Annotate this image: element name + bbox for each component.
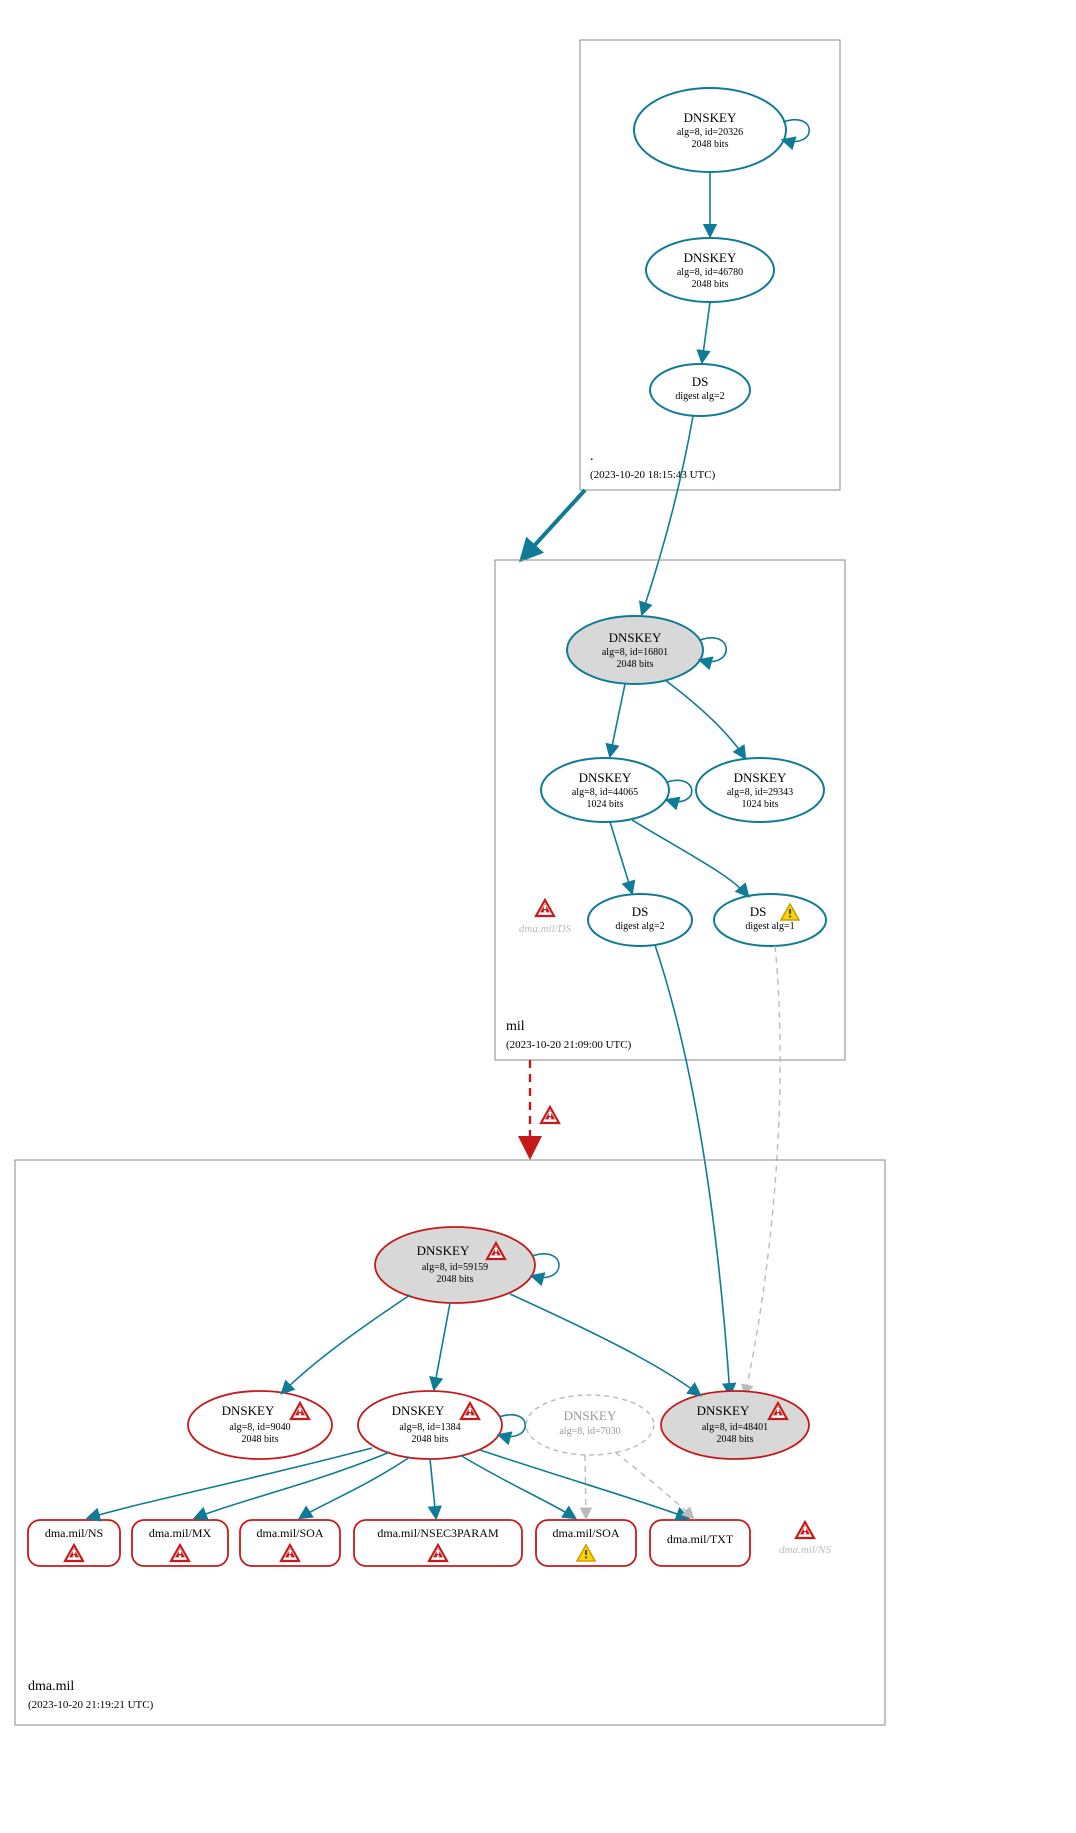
edge	[434, 1303, 450, 1389]
edge-ds1-dma48401	[655, 945, 730, 1395]
edge-ds2-dma48401	[745, 946, 780, 1395]
node-mil-zsk1[interactable]: DNSKEY alg=8, id=44065 1024 bits	[541, 758, 669, 822]
zone-root: . (2023-10-20 18:15:43 UTC) DNSKEY alg=8…	[580, 40, 840, 490]
self-loop	[532, 1254, 559, 1278]
zone-mil-label: mil	[506, 1019, 525, 1034]
zone-root-label: .	[590, 449, 594, 464]
svg-text:alg=8, id=48401: alg=8, id=48401	[702, 1422, 768, 1433]
node-dma-48401[interactable]: DNSKEY alg=8, id=48401 2048 bits	[661, 1391, 809, 1459]
edge	[88, 1448, 372, 1518]
node-dma-7030[interactable]: DNSKEY alg=8, id=7030	[526, 1395, 654, 1455]
svg-text:DNSKEY: DNSKEY	[684, 250, 737, 265]
node-root-ds[interactable]: DS digest alg=2	[650, 364, 750, 416]
svg-text:dma.mil/DS: dma.mil/DS	[519, 923, 572, 935]
edge	[615, 1452, 693, 1518]
edge	[282, 1295, 410, 1393]
svg-text:DS: DS	[632, 904, 649, 919]
edge	[430, 1459, 436, 1518]
svg-text:DNSKEY: DNSKEY	[697, 1403, 750, 1418]
rr-nsec3param[interactable]: dma.mil/NSEC3PARAM	[354, 1520, 522, 1566]
svg-text:digest alg=2: digest alg=2	[615, 921, 664, 932]
edge	[610, 684, 625, 756]
node-mil-ds1[interactable]: DS digest alg=2	[588, 894, 692, 946]
svg-text:alg=8, id=59159: alg=8, id=59159	[422, 1262, 488, 1273]
svg-text:DNSKEY: DNSKEY	[417, 1243, 470, 1258]
rr-soa1[interactable]: dma.mil/SOA	[240, 1520, 340, 1566]
svg-text:2048 bits: 2048 bits	[412, 1434, 449, 1445]
zone-root-ts: (2023-10-20 18:15:43 UTC)	[590, 469, 716, 481]
edge	[632, 820, 748, 896]
svg-text:2048 bits: 2048 bits	[692, 139, 729, 150]
svg-text:dma.mil/NSEC3PARAM: dma.mil/NSEC3PARAM	[377, 1526, 499, 1540]
rr-mx[interactable]: dma.mil/MX	[132, 1520, 228, 1566]
svg-text:1024 bits: 1024 bits	[742, 799, 779, 810]
svg-text:alg=8, id=29343: alg=8, id=29343	[727, 787, 793, 798]
node-dma-1384[interactable]: DNSKEY alg=8, id=1384 2048 bits	[358, 1391, 502, 1459]
edge	[510, 1294, 700, 1395]
edge	[585, 1455, 586, 1518]
svg-text:alg=8, id=16801: alg=8, id=16801	[602, 647, 668, 658]
self-loop	[667, 780, 692, 801]
rr-ns[interactable]: dma.mil/NS	[28, 1520, 120, 1566]
svg-text:2048 bits: 2048 bits	[242, 1434, 279, 1445]
zone-mil: mil (2023-10-20 21:09:00 UTC) DNSKEY alg…	[495, 560, 845, 1060]
node-root-zsk[interactable]: DNSKEY alg=8, id=46780 2048 bits	[646, 238, 774, 302]
rr-soa2[interactable]: dma.mil/SOA	[536, 1520, 636, 1566]
svg-text:alg=8, id=1384: alg=8, id=1384	[399, 1422, 460, 1433]
svg-text:DS: DS	[750, 904, 767, 919]
edge	[702, 302, 710, 362]
svg-text:DNSKEY: DNSKEY	[609, 630, 662, 645]
node-mil-ksk[interactable]: DNSKEY alg=8, id=16801 2048 bits	[567, 616, 703, 684]
node-root-ksk[interactable]: DNSKEY alg=8, id=20326 2048 bits	[634, 88, 786, 172]
svg-text:DNSKEY: DNSKEY	[222, 1403, 275, 1418]
svg-text:dma.mil/NS: dma.mil/NS	[779, 1544, 831, 1556]
edge	[460, 1455, 575, 1518]
ghost-mil-ds: dma.mil/DS	[519, 900, 572, 935]
svg-text:alg=8, id=7030: alg=8, id=7030	[559, 1426, 620, 1437]
svg-text:2048 bits: 2048 bits	[692, 279, 729, 290]
node-dma-9040[interactable]: DNSKEY alg=8, id=9040 2048 bits	[188, 1391, 332, 1459]
svg-text:dma.mil/TXT: dma.mil/TXT	[667, 1532, 734, 1546]
zone-dma-ts: (2023-10-20 21:19:21 UTC)	[28, 1699, 154, 1711]
svg-text:dma.mil/NS: dma.mil/NS	[45, 1526, 103, 1540]
zone-dma-label: dma.mil	[28, 1679, 74, 1694]
svg-text:digest alg=1: digest alg=1	[745, 921, 794, 932]
error-icon	[796, 1522, 814, 1538]
zone-mil-ts: (2023-10-20 21:09:00 UTC)	[506, 1039, 632, 1051]
svg-text:DNSKEY: DNSKEY	[564, 1408, 617, 1423]
svg-text:DNSKEY: DNSKEY	[392, 1403, 445, 1418]
svg-text:2048 bits: 2048 bits	[717, 1434, 754, 1445]
svg-text:digest alg=2: digest alg=2	[675, 391, 724, 402]
self-loop	[499, 1415, 525, 1437]
svg-text:alg=8, id=44065: alg=8, id=44065	[572, 787, 638, 798]
error-icon	[541, 1107, 559, 1123]
node-mil-zsk2[interactable]: DNSKEY alg=8, id=29343 1024 bits	[696, 758, 824, 822]
ghost-ns: dma.mil/NS	[779, 1522, 831, 1556]
svg-text:DS: DS	[692, 374, 709, 389]
rr-txt[interactable]: dma.mil/TXT	[650, 1520, 750, 1566]
svg-text:DNSKEY: DNSKEY	[734, 770, 787, 785]
node-mil-ds2[interactable]: DS digest alg=1	[714, 894, 826, 946]
svg-text:2048 bits: 2048 bits	[617, 659, 654, 670]
edge	[665, 680, 745, 758]
svg-text:DNSKEY: DNSKEY	[684, 110, 737, 125]
svg-text:alg=8, id=9040: alg=8, id=9040	[229, 1422, 290, 1433]
edge	[610, 822, 632, 893]
svg-text:2048 bits: 2048 bits	[437, 1274, 474, 1285]
svg-text:alg=8, id=46780: alg=8, id=46780	[677, 267, 743, 278]
svg-text:dma.mil/SOA: dma.mil/SOA	[552, 1526, 619, 1540]
zone-edge-root-mil	[523, 490, 585, 558]
edge-ds-milksk	[642, 416, 693, 614]
svg-text:alg=8, id=20326: alg=8, id=20326	[677, 127, 743, 138]
zone-dmamil: dma.mil (2023-10-20 21:19:21 UTC) DNSKEY…	[15, 1160, 885, 1725]
svg-text:DNSKEY: DNSKEY	[579, 770, 632, 785]
svg-text:dma.mil/MX: dma.mil/MX	[149, 1526, 212, 1540]
svg-text:dma.mil/SOA: dma.mil/SOA	[256, 1526, 323, 1540]
svg-text:1024 bits: 1024 bits	[587, 799, 624, 810]
node-dma-ksk[interactable]: DNSKEY alg=8, id=59159 2048 bits	[375, 1227, 535, 1303]
error-icon	[536, 900, 554, 916]
